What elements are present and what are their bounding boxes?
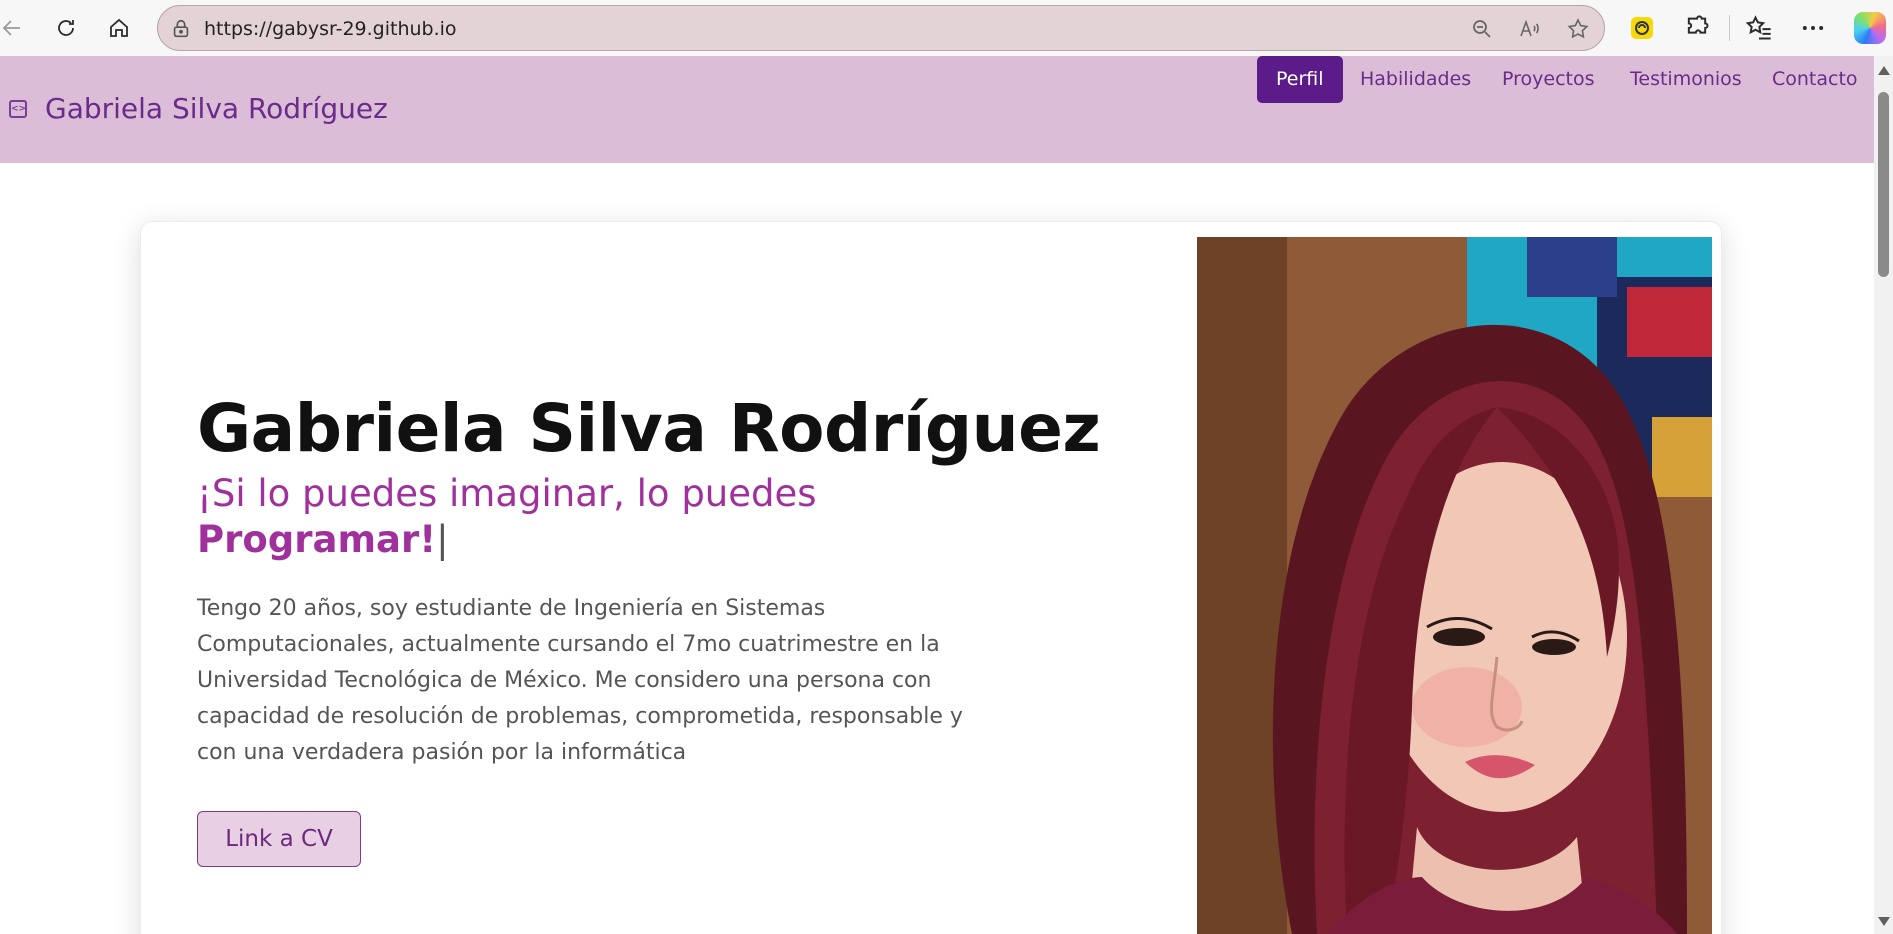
site-navbar: <> Gabriela Silva Rodríguez Perfil Habil… <box>0 56 1874 163</box>
more-options-icon[interactable] <box>1799 14 1827 42</box>
tagline-text: ¡Si lo puedes imaginar, lo puedes <box>197 472 817 515</box>
scroll-down-arrow-icon[interactable] <box>1878 917 1890 926</box>
nav-perfil[interactable]: Perfil <box>1257 56 1343 103</box>
typing-cursor: | <box>436 518 449 561</box>
address-bar[interactable]: https://gabysr-29.github.io <box>157 5 1605 51</box>
nav-contacto[interactable]: Contacto <box>1772 56 1858 103</box>
tagline-highlight: Programar! <box>197 518 437 561</box>
read-aloud-icon[interactable] <box>1518 17 1542 41</box>
brand-name[interactable]: Gabriela Silva Rodríguez <box>45 92 388 125</box>
copilot-icon[interactable] <box>1854 12 1886 44</box>
url-text[interactable]: https://gabysr-29.github.io <box>204 18 457 40</box>
nav-habilidades[interactable]: Habilidades <box>1360 56 1471 103</box>
profile-photo <box>1197 237 1712 934</box>
lock-icon[interactable] <box>170 18 192 40</box>
scroll-up-arrow-icon[interactable] <box>1878 66 1890 75</box>
nav-testimonios[interactable]: Testimonios <box>1630 56 1742 103</box>
cv-link-button[interactable]: Link a CV <box>197 811 361 867</box>
hero-bio: Tengo 20 años, soy estudiante de Ingenie… <box>197 596 963 765</box>
refresh-icon[interactable] <box>48 10 84 46</box>
hero-title: Gabriela Silva Rodríguez <box>197 390 1101 467</box>
page-scrollbar[interactable] <box>1874 56 1893 934</box>
extensions-puzzle-icon[interactable] <box>1683 14 1711 42</box>
favorites-icon[interactable] <box>1745 14 1773 42</box>
browser-toolbar: https://gabysr-29.github.io <box>0 0 1893 56</box>
hero-tagline: ¡Si lo puedes imaginar, lo puedes Progra… <box>197 471 1017 563</box>
zoom-out-icon[interactable] <box>1470 17 1494 41</box>
nav-proyectos[interactable]: Proyectos <box>1502 56 1595 103</box>
toolbar-divider <box>1729 15 1730 41</box>
brand-code-icon[interactable]: <> <box>9 100 27 118</box>
scroll-thumb[interactable] <box>1878 92 1889 277</box>
extension-icon[interactable] <box>1628 14 1656 42</box>
favorite-star-icon[interactable] <box>1566 17 1590 41</box>
home-icon[interactable] <box>101 10 137 46</box>
back-arrow-icon[interactable] <box>0 10 30 46</box>
